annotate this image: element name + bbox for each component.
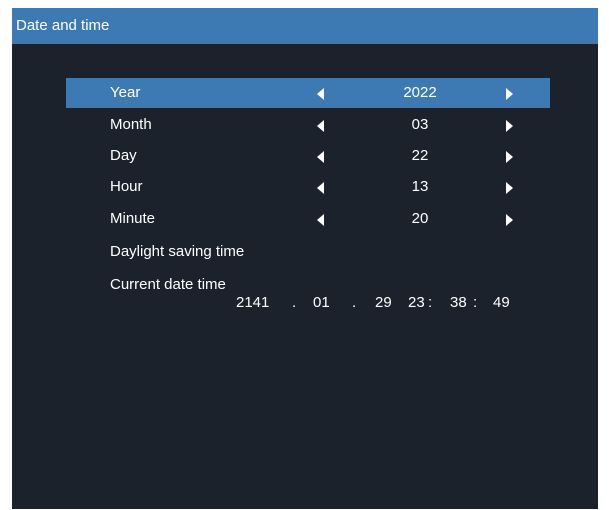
right-arrow-icon[interactable] — [506, 214, 513, 226]
osd-screen: Date and time Year 2022 Month 03 Day 22 … — [12, 8, 598, 509]
day-row[interactable]: Day 22 — [66, 141, 550, 171]
current-date-time-label: Current date time — [110, 276, 226, 293]
day-value: 22 — [411, 147, 429, 164]
left-arrow-icon[interactable] — [317, 120, 324, 132]
month-value: 03 — [411, 116, 429, 133]
date-separator: . — [352, 294, 357, 311]
menu-title: Date and time — [12, 8, 598, 44]
left-arrow-icon[interactable] — [317, 88, 324, 100]
right-arrow-icon[interactable] — [506, 88, 513, 100]
minute-label: Minute — [110, 210, 156, 227]
minute-row[interactable]: Minute 20 — [66, 204, 550, 234]
current-month: 01 — [313, 294, 330, 311]
current-hour: 23 — [408, 294, 425, 311]
hour-label: Hour — [110, 178, 143, 195]
current-day: 29 — [375, 294, 392, 311]
right-arrow-icon[interactable] — [506, 151, 513, 163]
left-arrow-icon[interactable] — [317, 151, 324, 163]
year-row[interactable]: Year 2022 — [66, 78, 550, 108]
day-label: Day — [110, 147, 137, 164]
time-separator: : — [428, 294, 433, 311]
left-arrow-icon[interactable] — [317, 214, 324, 226]
left-arrow-icon[interactable] — [317, 182, 324, 194]
current-second: 49 — [493, 294, 510, 311]
hour-row[interactable]: Hour 13 — [66, 172, 550, 202]
date-separator: . — [292, 294, 297, 311]
month-row[interactable]: Month 03 — [66, 110, 550, 140]
year-value: 2022 — [403, 84, 437, 101]
daylight-saving-row[interactable]: Daylight saving time — [66, 237, 550, 267]
minute-value: 20 — [411, 210, 429, 227]
time-separator: : — [473, 294, 478, 311]
hour-value: 13 — [411, 178, 429, 195]
right-arrow-icon[interactable] — [506, 182, 513, 194]
current-year: 2141 — [236, 294, 270, 311]
current-minute: 38 — [450, 294, 467, 311]
daylight-saving-label: Daylight saving time — [110, 243, 245, 260]
right-arrow-icon[interactable] — [506, 120, 513, 132]
month-label: Month — [110, 116, 152, 133]
year-label: Year — [110, 84, 141, 101]
